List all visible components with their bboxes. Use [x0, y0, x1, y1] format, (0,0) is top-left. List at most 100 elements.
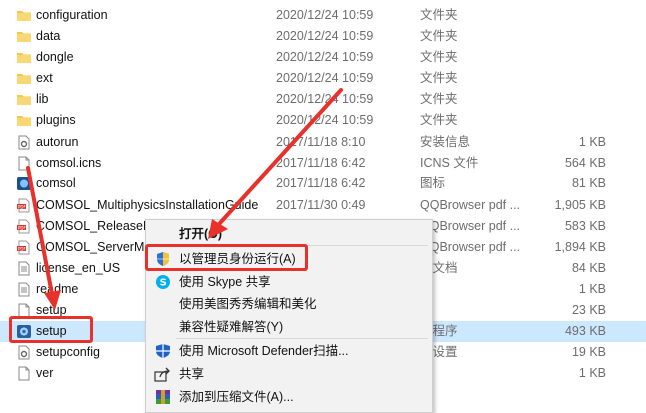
menu-item-label: 兼容性疑难解答(Y): [179, 320, 284, 334]
file-row[interactable]: plugins 2020/12/24 10:59 文件夹: [0, 110, 646, 131]
highlight-setup-file: [9, 316, 93, 343]
file-icon: [16, 156, 32, 171]
file-type: QQBrowser pdf ...: [420, 219, 520, 233]
file-name: plugins: [36, 113, 76, 127]
file-date: 2017/11/18 6:42: [276, 176, 366, 190]
menu-item-skype-share[interactable]: S 使用 Skype 共享: [146, 271, 432, 293]
svg-text:PDF: PDF: [18, 204, 26, 209]
file-date: 2017/11/18 6:42: [276, 156, 366, 170]
menu-item-label: 添加到压缩文件(A)...: [179, 390, 294, 404]
file-name: comsol: [36, 176, 76, 190]
file-row[interactable]: ext 2020/12/24 10:59 文件夹: [0, 68, 646, 89]
file-row[interactable]: comsol.icns 2017/11/18 6:42 ICNS 文件 564 KB: [0, 153, 646, 174]
file-date: 2017/11/18 8:10: [276, 135, 366, 149]
text-file-icon: [16, 282, 32, 297]
settings-file-icon: [16, 135, 32, 150]
file-name: configuration: [36, 8, 108, 22]
file-type: 文件夹: [420, 113, 458, 127]
file-row[interactable]: autorun 2017/11/18 8:10 安装信息 1 KB: [0, 132, 646, 153]
file-row[interactable]: comsol 2017/11/18 6:42 图标 81 KB: [0, 173, 646, 194]
file-date: 2020/12/24 10:59: [276, 8, 374, 22]
file-type: 文件夹: [420, 92, 458, 106]
file-type: 用程序: [420, 324, 458, 338]
comsol-app-icon: [16, 176, 32, 191]
file-type: ICNS 文件: [420, 156, 479, 170]
folder-icon: [16, 71, 32, 86]
menu-item-compat-troubleshoot[interactable]: 兼容性疑难解答(Y): [146, 316, 432, 338]
menu-item-add-to-archive[interactable]: 添加到压缩文件(A)...: [146, 386, 432, 408]
svg-text:PDF: PDF: [18, 246, 26, 251]
file-date: 2020/12/24 10:59: [276, 50, 374, 64]
folder-icon: [16, 50, 32, 65]
file-type: 件: [420, 363, 520, 384]
menu-item-label: 使用 Skype 共享: [179, 275, 271, 289]
menu-item-label: 使用美图秀秀编辑和美化: [179, 297, 317, 311]
file-type: QQBrowser pdf ...: [420, 240, 520, 254]
pdf-icon: PDF: [16, 219, 32, 234]
folder-icon: [16, 92, 32, 107]
menu-item-label: 使用 Microsoft Defender扫描...: [179, 344, 349, 358]
file-date: 2020/12/24 10:59: [276, 71, 374, 85]
file-row[interactable]: PDF COMSOL_MultiphysicsInstallationGuide 2…: [0, 195, 646, 216]
file-size: 1,905 KB: [554, 198, 606, 212]
menu-item-share[interactable]: 共享: [146, 363, 432, 385]
file-row[interactable]: configuration 2020/12/24 10:59 文件夹: [0, 5, 646, 26]
folder-icon: [16, 29, 32, 44]
file-type: QQBrowser pdf ...: [420, 198, 520, 212]
file-size: 1 KB: [578, 135, 606, 149]
menu-separator: [176, 338, 428, 339]
file-size: 81 KB: [571, 176, 606, 190]
file-date: 2017/11/30 0:49: [276, 198, 366, 212]
folder-icon: [16, 8, 32, 23]
file-name: lib: [36, 92, 49, 106]
file-size: 23 KB: [571, 303, 606, 317]
file-row[interactable]: dongle 2020/12/24 10:59 文件夹: [0, 47, 646, 68]
file-type: 图标: [420, 176, 446, 190]
file-type: 文件夹: [420, 71, 458, 85]
file-type: 文件夹: [420, 50, 458, 64]
file-size: 493 KB: [564, 324, 606, 338]
file-type: 本文档: [420, 261, 458, 275]
file-type: 文件夹: [420, 29, 458, 43]
menu-item-meitu-edit[interactable]: 使用美图秀秀编辑和美化: [146, 293, 432, 315]
file-name: autorun: [36, 135, 79, 149]
file-size: 1 KB: [578, 282, 606, 296]
file-type: 件: [420, 279, 520, 300]
file-size: 583 KB: [564, 219, 606, 233]
folder-icon: [16, 113, 32, 128]
text-file-icon: [16, 261, 32, 276]
pdf-icon: PDF: [16, 198, 32, 213]
menu-item-defender-scan[interactable]: 使用 Microsoft Defender扫描...: [146, 340, 432, 362]
file-name: COMSOL_MultiphysicsInstallationGuide: [36, 198, 259, 212]
file-size: 1,894 KB: [554, 240, 606, 254]
file-type: 安装信息: [420, 135, 471, 149]
file-type: 件: [420, 300, 520, 321]
file-type: 置设置: [420, 345, 458, 359]
settings-file-icon: [16, 345, 32, 360]
file-size: 1 KB: [578, 366, 606, 380]
file-date: 2020/12/24 10:59: [276, 113, 374, 127]
file-row[interactable]: data 2020/12/24 10:59 文件夹: [0, 26, 646, 47]
file-size: 84 KB: [571, 261, 606, 275]
skype-icon: S: [154, 274, 172, 290]
pdf-icon: PDF: [16, 240, 32, 255]
menu-item-open[interactable]: 打开(O): [146, 223, 432, 245]
file-date: 2020/12/24 10:59: [276, 92, 374, 106]
menu-item-label: 打开(O): [179, 227, 223, 241]
share-icon: [154, 366, 172, 382]
svg-text:PDF: PDF: [18, 225, 26, 230]
winrar-icon: [154, 389, 172, 405]
highlight-run-as-admin: [145, 244, 308, 271]
file-name: data: [36, 29, 61, 43]
file-icon: [16, 366, 32, 381]
file-row[interactable]: lib 2020/12/24 10:59 文件夹: [0, 89, 646, 110]
file-name: comsol.icns: [36, 156, 102, 170]
file-size: 19 KB: [571, 345, 606, 359]
file-name: ext: [36, 71, 53, 85]
file-type: 文件夹: [420, 8, 458, 22]
defender-shield-icon: [154, 343, 172, 359]
file-date: 2020/12/24 10:59: [276, 29, 374, 43]
menu-item-label: 共享: [179, 367, 205, 381]
svg-text:S: S: [160, 278, 167, 289]
file-name: dongle: [36, 50, 74, 64]
